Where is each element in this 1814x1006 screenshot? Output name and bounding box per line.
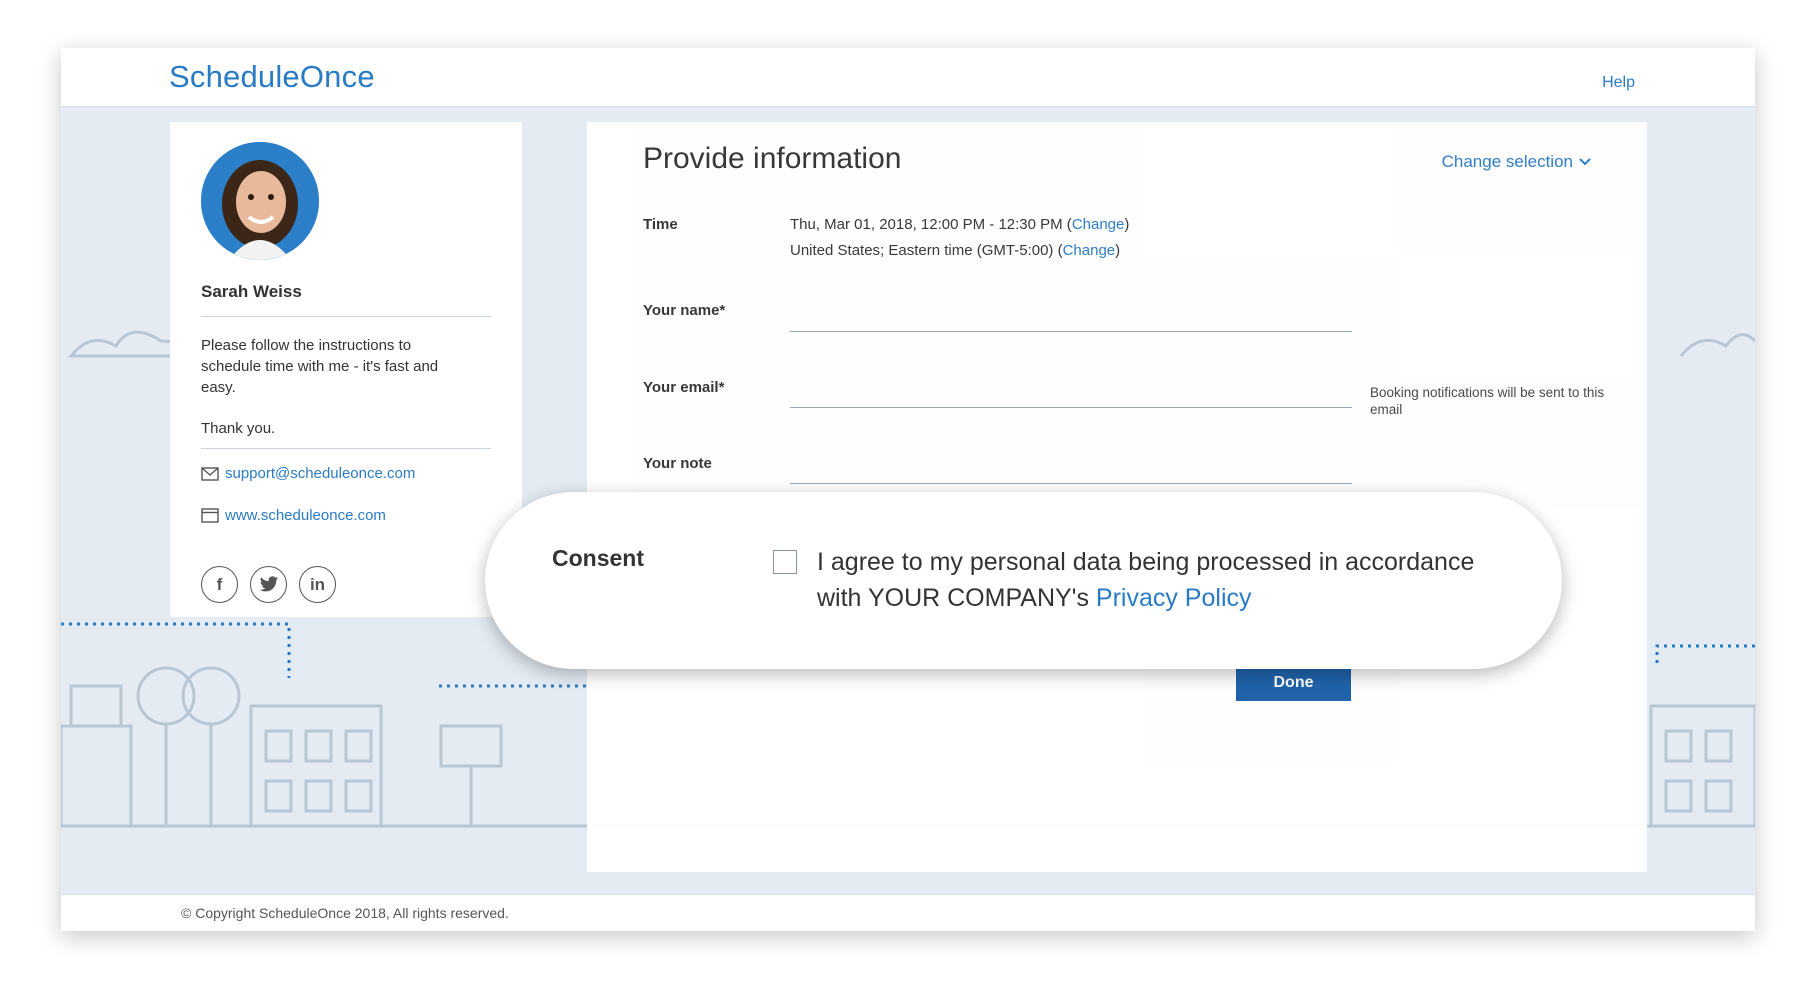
change-time-link[interactable]: Change: [1072, 216, 1125, 233]
twitter-icon[interactable]: [250, 566, 287, 603]
profile-thanks: Thank you.: [201, 420, 276, 437]
consent-checkbox[interactable]: [773, 550, 797, 574]
email-label: Your email*: [643, 379, 725, 396]
profile-card: Sarah Weiss Please follow the instructio…: [170, 122, 522, 617]
help-link[interactable]: Help: [1602, 74, 1635, 92]
name-label: Your name*: [643, 302, 726, 319]
email-link[interactable]: support@scheduleonce.com: [225, 465, 415, 482]
change-timezone-link[interactable]: Change: [1063, 242, 1116, 259]
browser-window-icon: [201, 508, 219, 523]
name-input[interactable]: [790, 331, 1352, 332]
close-paren: ): [1124, 216, 1130, 233]
done-button[interactable]: Done: [1236, 664, 1351, 701]
website-link[interactable]: www.scheduleonce.com: [225, 507, 386, 524]
consent-label: Consent: [552, 545, 644, 571]
profile-name: Sarah Weiss: [201, 282, 302, 301]
scheduleonce-logo[interactable]: ScheduleOnce: [169, 59, 375, 95]
facebook-icon[interactable]: f: [201, 566, 238, 603]
consent-callout: Consent I agree to my personal data bein…: [485, 492, 1562, 669]
avatar-portrait-icon: [201, 142, 319, 260]
privacy-policy-link[interactable]: Privacy Policy: [1096, 584, 1252, 612]
app-window: ScheduleOnce Help Sarah Weiss Please fol…: [61, 48, 1755, 931]
social-links: f in: [201, 566, 336, 603]
avatar: [201, 142, 319, 260]
website-contact[interactable]: www.scheduleonce.com: [201, 507, 386, 524]
profile-divider: [201, 448, 491, 449]
email-contact[interactable]: support@scheduleonce.com: [201, 465, 415, 482]
page-title: Provide information: [643, 142, 902, 175]
chevron-down-icon: [1579, 158, 1591, 166]
linkedin-icon[interactable]: in: [299, 566, 336, 603]
timezone-value: United States; Eastern time (GMT-5:00) (…: [790, 242, 1120, 259]
envelope-icon: [201, 466, 219, 481]
email-hint: Booking notifications will be sent to th…: [1370, 385, 1605, 417]
profile-description: Please follow the instructions to schedu…: [201, 337, 439, 396]
profile-divider: [201, 316, 491, 317]
note-input[interactable]: [790, 483, 1352, 484]
timezone-value-text: United States; Eastern time (GMT-5:00) (: [790, 242, 1063, 259]
change-selection-label: Change selection: [1441, 152, 1573, 171]
consent-text: I agree to my personal data being proces…: [817, 544, 1517, 616]
time-value: Thu, Mar 01, 2018, 12:00 PM - 12:30 PM (…: [790, 216, 1129, 233]
note-label: Your note: [643, 455, 712, 472]
footer: © Copyright ScheduleOnce 2018, All right…: [61, 894, 1755, 931]
top-bar: ScheduleOnce Help: [61, 48, 1755, 107]
time-value-text: Thu, Mar 01, 2018, 12:00 PM - 12:30 PM (: [790, 216, 1072, 233]
change-selection-dropdown[interactable]: Change selection: [1442, 152, 1591, 172]
copyright-text: © Copyright ScheduleOnce 2018, All right…: [181, 905, 509, 921]
close-paren: ): [1115, 242, 1121, 259]
time-label: Time: [643, 216, 678, 233]
email-input[interactable]: [790, 407, 1352, 408]
twitter-bird-icon: [259, 576, 278, 592]
